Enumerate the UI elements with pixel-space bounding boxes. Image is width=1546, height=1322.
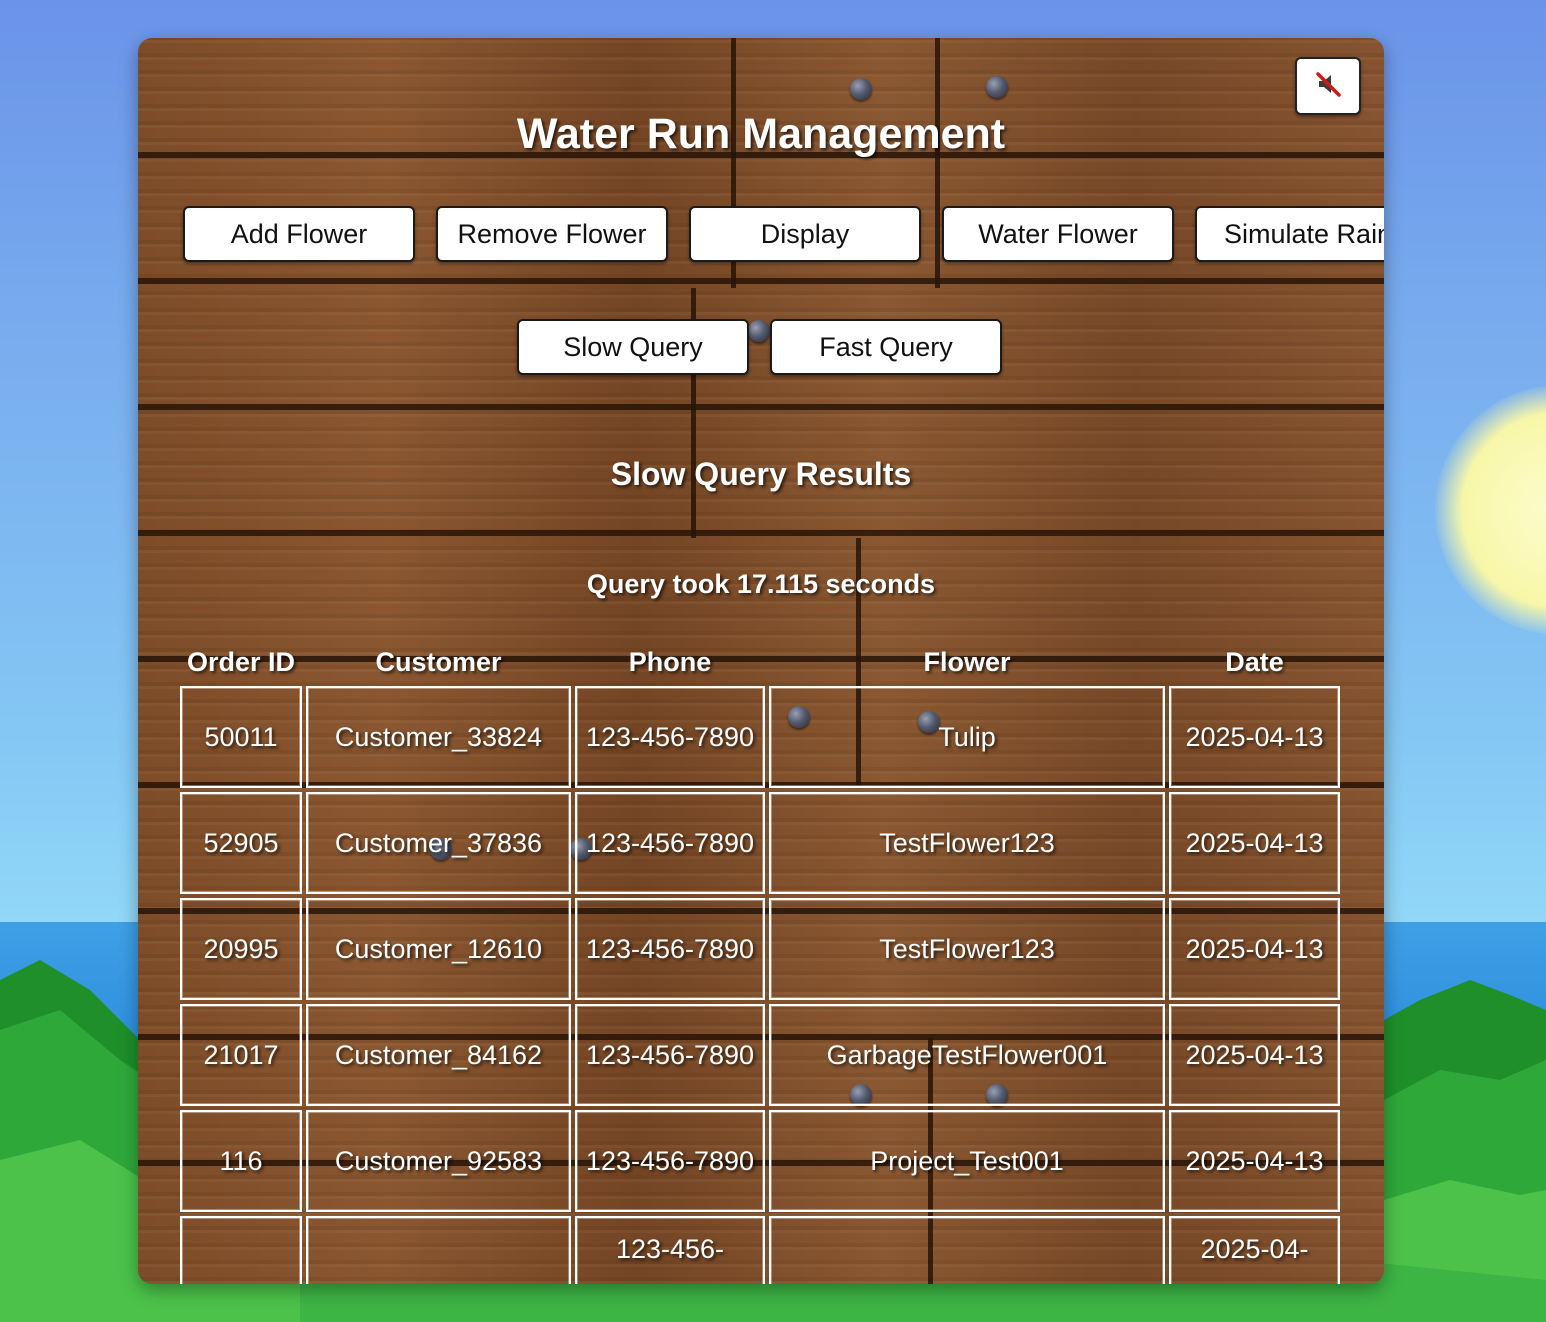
flower-cell: Tulip bbox=[769, 686, 1165, 788]
order-id-cell: 52905 bbox=[180, 792, 302, 894]
phone-cell: 123-456- bbox=[575, 1216, 765, 1284]
customer-cell: Customer_84162 bbox=[306, 1004, 571, 1106]
date-cell: 2025-04-13 bbox=[1169, 1004, 1340, 1106]
table-row: 50011 Customer_33824 123-456-7890 Tulip … bbox=[180, 686, 1340, 788]
table-row: 116 Customer_92583 123-456-7890 Project_… bbox=[180, 1110, 1340, 1212]
customer-cell: Customer_37836 bbox=[306, 792, 571, 894]
water-flower-button[interactable]: Water Flower bbox=[942, 206, 1174, 262]
order-id-cell: 50011 bbox=[180, 686, 302, 788]
customer-cell: Customer_12610 bbox=[306, 898, 571, 1000]
results-heading: Slow Query Results bbox=[610, 456, 912, 492]
date-cell: 2025-04-13 bbox=[1169, 686, 1340, 788]
plank-seam bbox=[935, 38, 940, 288]
table-row: 20995 Customer_12610 123-456-7890 TestFl… bbox=[180, 898, 1340, 1000]
fast-query-button[interactable]: Fast Query bbox=[770, 319, 1002, 375]
phone-cell: 123-456-7890 bbox=[575, 1110, 765, 1212]
customer-cell: Customer_33824 bbox=[306, 686, 571, 788]
slow-query-button[interactable]: Slow Query bbox=[517, 319, 749, 375]
date-cell: 2025-04-13 bbox=[1169, 1110, 1340, 1212]
order-id-cell: 116 bbox=[180, 1110, 302, 1212]
phone-cell: 123-456-7890 bbox=[575, 792, 765, 894]
phone-cell: 123-456-7890 bbox=[575, 898, 765, 1000]
nail bbox=[986, 76, 1008, 98]
date-cell: 2025-04-13 bbox=[1169, 792, 1340, 894]
date-cell: 2025-04- bbox=[1169, 1216, 1340, 1284]
simulate-rain-button[interactable]: Simulate Rain bbox=[1195, 206, 1384, 262]
order-id-cell bbox=[180, 1216, 302, 1284]
flower-cell: Project_Test001 bbox=[769, 1110, 1165, 1212]
muted-speaker-icon bbox=[1313, 69, 1343, 104]
customer-cell: Customer_92583 bbox=[306, 1110, 571, 1212]
table-header-row: Order ID Customer Phone Flower Date bbox=[180, 645, 1340, 682]
column-header-flower: Flower bbox=[923, 647, 1011, 677]
table-row: 52905 Customer_37836 123-456-7890 TestFl… bbox=[180, 792, 1340, 894]
column-header-date: Date bbox=[1225, 647, 1284, 677]
phone-cell: 123-456-7890 bbox=[575, 1004, 765, 1106]
table-row: 123-456- 2025-04- bbox=[180, 1216, 1340, 1284]
flower-cell: TestFlower123 bbox=[769, 898, 1165, 1000]
results-table: Order ID Customer Phone Flower Date 5001… bbox=[176, 641, 1344, 1284]
nail bbox=[850, 78, 872, 100]
remove-flower-button[interactable]: Remove Flower bbox=[436, 206, 668, 262]
phone-cell: 123-456-7890 bbox=[575, 686, 765, 788]
order-id-cell: 20995 bbox=[180, 898, 302, 1000]
column-header-customer: Customer bbox=[375, 647, 502, 677]
column-header-phone: Phone bbox=[628, 647, 712, 677]
query-timing: Query took 17.115 seconds bbox=[586, 569, 936, 599]
flower-cell: TestFlower123 bbox=[769, 792, 1165, 894]
mute-button[interactable] bbox=[1295, 57, 1361, 115]
column-header-order-id: Order ID bbox=[186, 647, 296, 677]
sun bbox=[1435, 385, 1546, 635]
management-panel: Water Run Management Add Flower Remove F… bbox=[138, 38, 1384, 1284]
flower-cell bbox=[769, 1216, 1165, 1284]
customer-cell bbox=[306, 1216, 571, 1284]
add-flower-button[interactable]: Add Flower bbox=[183, 206, 415, 262]
table-row: 21017 Customer_84162 123-456-7890 Garbag… bbox=[180, 1004, 1340, 1106]
date-cell: 2025-04-13 bbox=[1169, 898, 1340, 1000]
nail bbox=[748, 320, 770, 342]
display-button[interactable]: Display bbox=[689, 206, 921, 262]
order-id-cell: 21017 bbox=[180, 1004, 302, 1106]
flower-cell: GarbageTestFlower001 bbox=[769, 1004, 1165, 1106]
page-title: Water Run Management bbox=[516, 110, 1006, 158]
